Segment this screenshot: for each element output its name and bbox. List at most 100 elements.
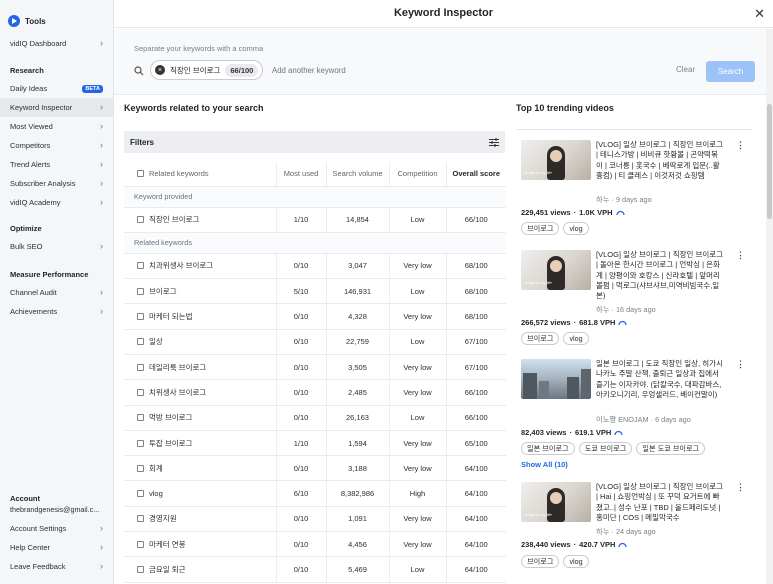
sidebar-item-keyword-inspector[interactable]: Keyword Inspector › <box>0 98 113 117</box>
filters-bar[interactable]: Filters <box>124 131 505 153</box>
more-options-icon[interactable]: ⋮ <box>736 482 745 493</box>
tag-chip[interactable]: 일본 브이로그 <box>521 442 575 455</box>
video-thumbnail[interactable] <box>521 359 591 399</box>
video-card[interactable]: a day in my life [VLOG] 일상 브이로그 | 직장인 브이… <box>521 250 749 350</box>
video-channel[interactable]: 하누 <box>596 195 609 204</box>
tag-chip[interactable]: vlog <box>563 222 589 235</box>
close-icon[interactable]: ✕ <box>754 6 765 22</box>
tag-chip[interactable]: 일본 도쿄 브이로그 <box>636 442 706 455</box>
row-checkbox[interactable] <box>137 490 144 498</box>
sidebar-item-daily-ideas[interactable]: Daily Ideas BETA <box>0 79 113 98</box>
row-checkbox[interactable] <box>137 338 144 346</box>
table-row[interactable]: 마케터 되는법 0/10 4,328 Very low 68/100 <box>124 303 506 330</box>
brand[interactable]: Tools <box>8 15 46 27</box>
row-checkbox[interactable] <box>137 388 144 396</box>
add-keyword-input[interactable]: Add another keyword <box>272 66 346 75</box>
keyword-cell: 치과위생사 브이로그 <box>124 253 276 280</box>
sidebar-item-help-center[interactable]: Help Center › <box>0 538 113 557</box>
tag-chip[interactable]: 도쿄 브이로그 <box>578 442 633 455</box>
table-row[interactable]: 브이로그 5/10 146,931 Low 68/100 <box>124 278 506 305</box>
sidebar-item-bulk-seo[interactable]: Bulk SEO › <box>0 237 113 256</box>
col-most-used[interactable]: Most used <box>275 162 326 187</box>
select-all-checkbox[interactable] <box>137 170 144 178</box>
row-checkbox[interactable] <box>137 414 144 422</box>
more-options-icon[interactable]: ⋮ <box>736 140 745 151</box>
show-all-tags-link[interactable]: Show All (10) <box>521 460 568 469</box>
sidebar-item-competitors[interactable]: Competitors › <box>0 136 113 155</box>
video-title[interactable]: [VLOG] 일상 브이로그 | 직장인 브이로그 | Hai | 쇼핑언박싱 … <box>596 482 724 523</box>
scrollbar-thumb[interactable] <box>767 104 772 219</box>
video-thumbnail[interactable]: a day in my life <box>521 250 591 290</box>
row-checkbox[interactable] <box>137 439 144 447</box>
video-card[interactable]: a day in my life [VLOG] 일상 브이로그 | 직장인 브이… <box>521 482 749 582</box>
sidebar-item-most-viewed[interactable]: Most Viewed › <box>0 117 113 136</box>
sidebar-item-vidiq-dashboard[interactable]: vidIQ Dashboard › <box>0 34 113 53</box>
tag-chip[interactable]: 브이로그 <box>521 332 560 345</box>
video-thumbnail[interactable]: a day in my life <box>521 482 591 522</box>
row-checkbox[interactable] <box>137 566 144 573</box>
tag-chip[interactable]: vlog <box>563 555 589 568</box>
more-options-icon[interactable]: ⋮ <box>736 359 745 370</box>
sidebar-item-channel-audit[interactable]: Channel Audit › <box>0 283 113 302</box>
keyword-chip[interactable]: × 직장인 브이로그 66/100 <box>150 60 264 80</box>
row-checkbox[interactable] <box>137 216 144 224</box>
keyword-text: 일상 <box>149 337 163 347</box>
col-search-volume[interactable]: Search volume <box>325 162 389 187</box>
more-options-icon[interactable]: ⋮ <box>736 250 745 261</box>
table-row[interactable]: 경영지원 0/10 1,091 Very low 64/100 <box>124 506 506 533</box>
chevron-right-icon: › <box>100 561 103 571</box>
video-thumbnail[interactable]: a day in my life <box>521 140 591 180</box>
row-checkbox[interactable] <box>137 363 144 371</box>
table-row[interactable]: 회계 0/10 3,188 Very low 64/100 <box>124 455 506 482</box>
sidebar-item-subscriber-analysis[interactable]: Subscriber Analysis › <box>0 174 113 193</box>
group-label: Keyword provided <box>124 186 506 208</box>
table-row[interactable]: 치과위생사 브이로그 0/10 3,047 Very low 68/100 <box>124 253 506 280</box>
row-checkbox[interactable] <box>137 287 144 295</box>
video-channel[interactable]: 하누 <box>596 305 609 314</box>
table-row[interactable]: 직장인 브이로그 1/10 14,854 Low 66/100 <box>124 207 506 233</box>
table-row[interactable]: 투잡 브이로그 1/10 1,594 Very low 65/100 <box>124 430 506 457</box>
video-title[interactable]: [VLOG] 일상 브이로그 | 직장인 브이로그 | 돌아온 한시간 브이로그… <box>596 250 724 301</box>
section-measure-performance: Measure Performance <box>10 270 89 279</box>
sidebar-item-leave-feedback[interactable]: Leave Feedback › <box>0 557 113 576</box>
video-card[interactable]: 일본 브이로그 | 도쿄 직장인 일상, 히가시나카노 주말 산책, 출퇴근 일… <box>521 359 749 474</box>
remove-chip-icon[interactable]: × <box>155 65 165 75</box>
search-volume-cell: 3,047 <box>325 253 389 280</box>
table-row[interactable]: 먹방 브이로그 0/10 26,163 Low 66/100 <box>124 405 506 431</box>
row-checkbox[interactable] <box>137 515 144 523</box>
table-row[interactable]: 치위생사 브이로그 0/10 2,485 Very low 66/100 <box>124 379 506 406</box>
clear-button[interactable]: Clear <box>676 65 695 74</box>
video-channel[interactable]: 하누 <box>596 527 609 536</box>
scrollbar[interactable] <box>766 29 773 584</box>
keyword-cell: 직장인 브이로그 <box>124 207 276 233</box>
tag-chip[interactable]: vlog <box>563 332 589 345</box>
row-checkbox[interactable] <box>137 262 144 270</box>
video-title[interactable]: [VLOG] 일상 브이로그 | 직장인 브이로그 | 테니스가방 | 비비큐 … <box>596 140 724 181</box>
search-volume-cell: 3,505 <box>325 354 389 381</box>
video-title[interactable]: 일본 브이로그 | 도쿄 직장인 일상, 히가시나카노 주말 산책, 출퇴근 일… <box>596 359 724 400</box>
table-row[interactable]: 데일리룩 브이로그 0/10 3,505 Very low 67/100 <box>124 354 506 381</box>
video-age: 16 days ago <box>615 305 656 314</box>
sidebar-item-vidiq-academy[interactable]: vidIQ Academy › <box>0 193 113 212</box>
tag-chip[interactable]: 브이로그 <box>521 222 560 235</box>
sidebar-item-trend-alerts[interactable]: Trend Alerts › <box>0 155 113 174</box>
table-row[interactable]: vlog 6/10 8,382,986 High 64/100 <box>124 480 506 507</box>
col-competition[interactable]: Competition <box>388 162 446 187</box>
video-views: 238,440 views <box>521 540 571 549</box>
tag-chip[interactable]: 브이로그 <box>521 555 560 568</box>
video-card[interactable]: a day in my life [VLOG] 일상 브이로그 | 직장인 브이… <box>521 140 749 240</box>
col-overall-score[interactable]: Overall score <box>445 162 506 187</box>
keyword-text: vlog <box>149 489 163 499</box>
sidebar-item-account-settings[interactable]: Account Settings › <box>0 519 113 538</box>
table-row[interactable]: 일상 0/10 22,759 Low 67/100 <box>124 329 506 355</box>
search-button[interactable]: Search <box>706 61 755 82</box>
sidebar-item-achievements[interactable]: Achievements › <box>0 302 113 321</box>
table-row[interactable]: 마케터 연봉 0/10 4,456 Very low 64/100 <box>124 531 506 558</box>
filter-sliders-icon[interactable] <box>489 137 499 147</box>
table-row[interactable]: 금요일 퇴근 0/10 5,469 Low 64/100 <box>124 556 506 583</box>
row-checkbox[interactable] <box>137 313 144 321</box>
row-checkbox[interactable] <box>137 464 144 472</box>
video-channel[interactable]: 이노쨩 ENOJAM <box>596 415 649 424</box>
col-related-keywords[interactable]: Related keywords <box>124 162 276 187</box>
row-checkbox[interactable] <box>137 540 144 548</box>
